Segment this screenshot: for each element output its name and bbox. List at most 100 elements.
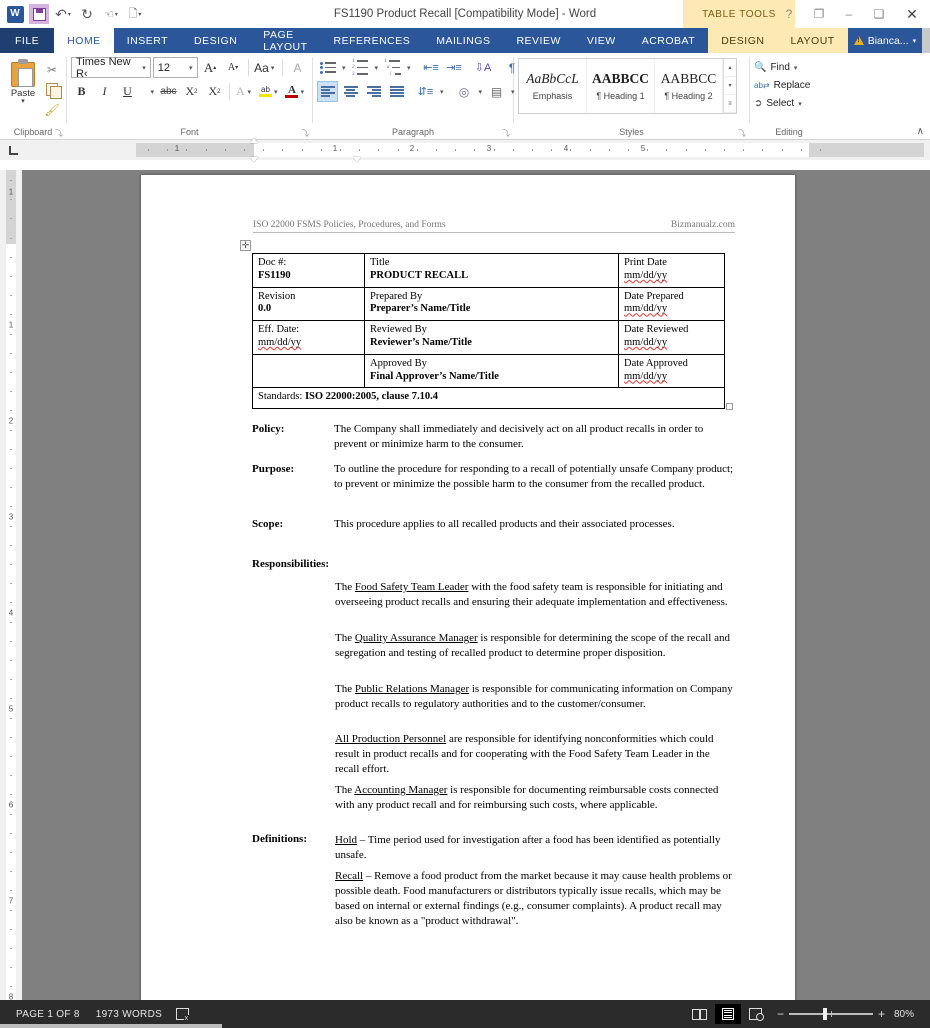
tab-mailings[interactable]: MAILINGS xyxy=(423,28,503,53)
table-cell-dateprepared[interactable]: Date Prepared mm/dd/yy xyxy=(618,286,725,322)
format-painter-button[interactable]: 🖌 xyxy=(42,100,62,119)
zoom-level-label[interactable]: 80% xyxy=(890,1009,916,1020)
table-cell-title[interactable]: Title PRODUCT RECALL xyxy=(364,253,619,288)
clear-formatting-button[interactable]: A xyxy=(287,57,308,78)
change-case-button[interactable]: Aa ▾ xyxy=(253,57,279,78)
document-canvas[interactable]: ISO 22000 FSMS Policies, Procedures, and… xyxy=(22,170,930,1000)
font-size-combobox[interactable]: 12 ▾ xyxy=(152,57,198,78)
document-info-table[interactable]: Doc #: FS1190 Title PRODUCT RECALL Print… xyxy=(252,253,725,410)
table-row[interactable]: Doc #: FS1190 Title PRODUCT RECALL Print… xyxy=(252,253,725,288)
responsibility-paragraph[interactable]: All Production Personnel are responsible… xyxy=(335,732,735,777)
document-page[interactable]: ISO 22000 FSMS Policies, Procedures, and… xyxy=(141,175,795,1000)
table-cell-standards[interactable]: Standards: ISO 22000:2005, clause 7.10.4 xyxy=(252,387,725,410)
responsibility-paragraph[interactable]: The Public Relations Manager is responsi… xyxy=(335,682,735,712)
grow-font-button[interactable]: A ▴ xyxy=(200,57,221,78)
tab-file[interactable]: FILE xyxy=(0,28,55,53)
tab-acrobat[interactable]: ACROBAT xyxy=(629,28,708,53)
style-heading-1[interactable]: AABBCC ¶ Heading 1 xyxy=(587,59,655,113)
zoom-slider-thumb[interactable] xyxy=(823,1008,828,1021)
save-icon[interactable] xyxy=(28,3,50,25)
view-web-layout-button[interactable] xyxy=(743,1004,769,1024)
minimize-button[interactable]: – xyxy=(834,0,864,28)
table-move-handle[interactable]: ✛ xyxy=(240,240,251,251)
customize-qat-icon[interactable]: 🗋 ▾ xyxy=(124,3,146,25)
first-line-indent-marker[interactable] xyxy=(250,138,258,143)
table-cell-docnum[interactable]: Doc #: FS1190 xyxy=(252,253,365,288)
avatar[interactable] xyxy=(922,28,930,61)
paragraph-dialog-launcher-icon[interactable]: ⤵ xyxy=(502,128,510,139)
chevron-down-icon[interactable]: ▾ xyxy=(438,88,446,96)
align-left-button[interactable] xyxy=(317,81,338,102)
styles-scroll-down-icon[interactable]: ▾ xyxy=(724,77,736,95)
help-button[interactable]: ? xyxy=(774,0,804,28)
shading-button[interactable]: ◎ xyxy=(454,81,475,102)
copy-button[interactable] xyxy=(42,80,62,99)
clipboard-dialog-launcher-icon[interactable]: ⤵ xyxy=(55,128,63,139)
table-cell-printdate[interactable]: Print Date mm/dd/yy xyxy=(618,253,725,288)
table-cell-reviewedby[interactable]: Reviewed By Reviewer’s Name/Title xyxy=(364,320,619,355)
responsibility-paragraph[interactable]: The Food Safety Team Leader with the foo… xyxy=(335,580,735,610)
chevron-down-icon[interactable]: ▾ xyxy=(340,64,348,72)
find-button[interactable]: 🔍 Find ▾ xyxy=(754,59,810,76)
view-read-mode-button[interactable] xyxy=(687,1004,713,1024)
font-dialog-launcher-icon[interactable]: ⤵ xyxy=(301,128,309,139)
touch-mode-icon[interactable]: ☜ ▾ xyxy=(100,3,122,25)
zoom-in-button[interactable]: + xyxy=(878,1007,885,1021)
bold-button[interactable]: B xyxy=(71,81,92,102)
undo-icon[interactable]: ↶ ▾ xyxy=(52,3,74,25)
chevron-down-icon[interactable]: ▾ xyxy=(405,64,413,72)
tab-insert[interactable]: INSERT xyxy=(114,28,181,53)
proofing-status-button[interactable] xyxy=(170,1008,195,1022)
font-color-button[interactable]: A ▾ xyxy=(283,81,308,102)
font-name-combobox[interactable]: Times New R‹ ▾ xyxy=(71,56,151,80)
shrink-font-button[interactable]: A ▾ xyxy=(223,57,244,78)
styles-scroll-up-icon[interactable]: ▴ xyxy=(724,59,736,77)
table-cell-revision[interactable]: Revision 0.0 xyxy=(252,286,365,322)
text-effects-button[interactable]: A ▾ xyxy=(234,81,255,102)
select-button[interactable]: ➲ Select ▾ xyxy=(754,95,810,112)
italic-button[interactable]: I xyxy=(94,81,115,102)
table-row[interactable]: Revision 0.0 Prepared By Preparer’s Name… xyxy=(252,286,725,322)
view-print-layout-button[interactable] xyxy=(714,1004,741,1024)
table-cell-approvedby[interactable]: Approved By Final Approver’s Name/Title xyxy=(364,353,619,389)
zoom-slider[interactable] xyxy=(788,1008,873,1021)
table-row[interactable]: Eff. Date: mm/dd/yy Reviewed By Reviewer… xyxy=(252,320,725,355)
horizontal-scrollbar[interactable] xyxy=(0,1024,222,1028)
paste-button[interactable]: Paste ▾ xyxy=(4,57,42,125)
tab-stop-selector[interactable] xyxy=(0,140,26,160)
tab-table-design[interactable]: DESIGN xyxy=(708,28,778,53)
responsibility-paragraph[interactable]: The Quality Assurance Manager is respons… xyxy=(335,631,735,661)
increase-indent-button[interactable]: ⇥≡ xyxy=(444,57,465,78)
tab-page-layout[interactable]: PAGE LAYOUT xyxy=(250,28,320,53)
table-resize-handle[interactable] xyxy=(726,403,733,410)
vertical-ruler[interactable]: 1 1 2 3 4 5 6 7 8 xyxy=(0,170,22,1026)
replace-button[interactable]: ab⇄ Replace xyxy=(754,77,810,94)
table-cell-preparedby[interactable]: Prepared By Preparer’s Name/Title xyxy=(364,286,619,322)
account-button[interactable]: Bianca... ▾ xyxy=(848,35,922,47)
styles-more-icon[interactable]: ≡ xyxy=(724,95,736,113)
table-cell-dateapproved[interactable]: Date Approved mm/dd/yy xyxy=(618,353,725,389)
align-center-button[interactable] xyxy=(340,81,361,102)
tab-review[interactable]: REVIEW xyxy=(503,28,573,53)
table-cell-datereviewed[interactable]: Date Reviewed mm/dd/yy xyxy=(618,320,725,355)
table-row[interactable]: Approved By Final Approver’s Name/Title … xyxy=(252,353,725,389)
sort-button[interactable]: ⇩A xyxy=(473,57,494,78)
tab-references[interactable]: REFERENCES xyxy=(321,28,424,53)
responsibility-paragraph[interactable]: The Accounting Manager is responsible fo… xyxy=(335,783,735,813)
table-cell-effdate[interactable]: Eff. Date: mm/dd/yy xyxy=(252,320,365,355)
styles-dialog-launcher-icon[interactable]: ⤵ xyxy=(738,128,746,139)
tab-view[interactable]: VIEW xyxy=(574,28,629,53)
superscript-button[interactable]: X2 xyxy=(204,81,225,102)
redo-icon[interactable]: ↻ xyxy=(76,3,98,25)
chevron-down-icon[interactable]: ▾ xyxy=(477,88,485,96)
definition-hold[interactable]: Hold – Time period used for investigatio… xyxy=(335,833,735,863)
zoom-out-button[interactable]: − xyxy=(777,1007,784,1021)
word-count[interactable]: 1973 WORDS xyxy=(88,1009,170,1020)
subscript-button[interactable]: X2 xyxy=(181,81,202,102)
page-indicator[interactable]: PAGE 1 OF 8 xyxy=(8,1009,88,1020)
style-heading-2[interactable]: AABBCC ¶ Heading 2 xyxy=(655,59,723,113)
justify-button[interactable] xyxy=(386,81,407,102)
chevron-down-icon[interactable]: ▾ xyxy=(373,64,381,72)
tab-table-layout[interactable]: LAYOUT xyxy=(777,28,848,53)
definition-recall[interactable]: Recall – Remove a food product from the … xyxy=(335,869,735,929)
